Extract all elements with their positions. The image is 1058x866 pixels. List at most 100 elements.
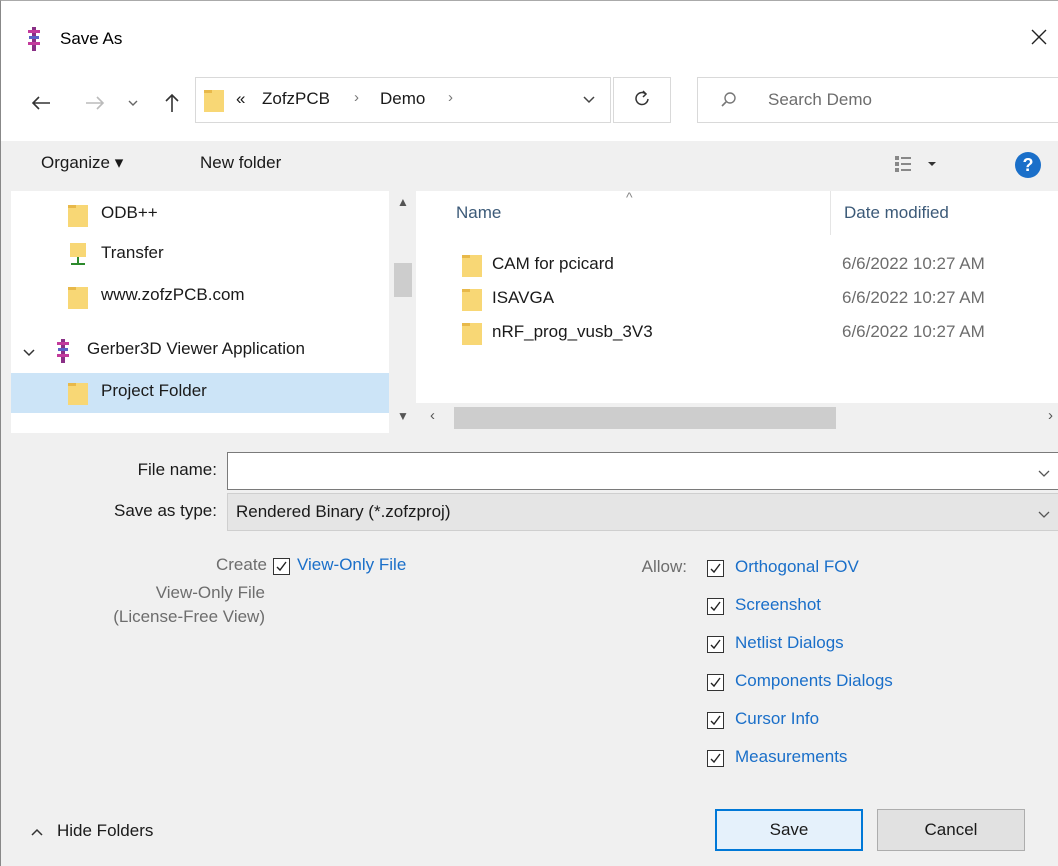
folder-icon [68, 381, 88, 410]
breadcrumb-zofzpcb[interactable]: ZofzPCB [262, 89, 330, 109]
file-name: nRF_prog_vusb_3V3 [492, 322, 653, 341]
measurements-checkbox[interactable] [707, 750, 724, 767]
gerber3d-app-icon [26, 27, 42, 51]
network-folder-icon [68, 243, 88, 272]
close-icon[interactable] [1021, 19, 1057, 55]
window-title: Save As [60, 29, 123, 48]
file-name-input[interactable] [227, 452, 1058, 490]
components-dialogs-checkbox[interactable] [707, 674, 724, 691]
sidebar-item-label: Project Folder [101, 381, 207, 400]
netlist-dialogs-checkbox[interactable] [707, 636, 724, 653]
create-label: Create [215, 555, 267, 574]
scroll-left-icon[interactable]: ‹ [430, 407, 435, 424]
file-row[interactable]: nRF_prog_vusb_3V3 6/6/2022 10:27 AM [456, 317, 1056, 351]
scroll-thumb[interactable] [394, 263, 412, 297]
arrow-right-icon[interactable] [81, 89, 109, 117]
help-icon[interactable]: ? [1015, 152, 1041, 178]
save-as-dialog: Save As « ZofzPCB › Demo › Search Demo O… [0, 0, 1058, 866]
save-type-select[interactable]: Rendered Binary (*.zofzproj) [227, 493, 1058, 531]
view-only-label[interactable]: View-Only File [297, 555, 406, 575]
sidebar-item-label: www.zofzPCB.com [101, 285, 245, 304]
sidebar-item-project-folder[interactable]: Project Folder [11, 373, 389, 413]
chevron-down-icon[interactable] [119, 89, 147, 117]
view-only-checkbox[interactable] [273, 558, 290, 575]
column-header-name[interactable]: Name [456, 203, 501, 223]
refresh-button[interactable] [613, 77, 671, 123]
file-date: 6/6/2022 10:27 AM [842, 254, 985, 273]
file-name: CAM for pcicard [492, 254, 614, 273]
breadcrumb-separator[interactable]: › [354, 89, 359, 106]
sidebar-item-zofzpcb-com[interactable]: www.zofzPCB.com [11, 277, 389, 317]
arrow-left-icon[interactable] [27, 89, 55, 117]
cursor-info-checkbox[interactable] [707, 712, 724, 729]
folder-icon [462, 287, 482, 316]
sidebar-item-label: ODB++ [101, 203, 158, 222]
hide-folders-label: Hide Folders [57, 821, 154, 840]
chevron-down-icon[interactable] [1038, 504, 1050, 524]
chevron-up-icon [31, 828, 43, 836]
cancel-button[interactable]: Cancel [877, 809, 1025, 851]
file-name: ISAVGA [492, 288, 555, 307]
file-name-label: File name: [137, 460, 217, 479]
view-only-desc: View-Only File [155, 583, 265, 602]
file-row[interactable]: ISAVGA 6/6/2022 10:27 AM [456, 283, 1056, 317]
hide-folders-button[interactable]: Hide Folders [31, 821, 153, 841]
save-type-label: Save as type: [113, 501, 217, 520]
search-icon [720, 91, 738, 114]
screenshot-checkbox[interactable] [707, 598, 724, 615]
gerber3d-app-icon [55, 339, 71, 368]
scroll-right-icon[interactable]: › [1048, 407, 1053, 424]
file-list: ^ Name Date modified CAM for pcicard 6/6… [416, 189, 1058, 433]
address-row: « ZofzPCB › Demo › Search Demo [1, 75, 1058, 141]
navigation-pane: ODB++ Transfer www.zofzPCB.com Gerber3D … [11, 191, 416, 433]
address-bar[interactable]: « ZofzPCB › Demo › [195, 77, 611, 123]
sidebar-item-transfer[interactable]: Transfer [11, 235, 389, 275]
screenshot-label[interactable]: Screenshot [735, 595, 821, 615]
scroll-up-icon[interactable]: ▲ [397, 195, 409, 209]
organize-button[interactable]: Organize ▾ [41, 153, 123, 173]
toolbar: Organize ▾ New folder ? [1, 141, 1058, 191]
title-bar: Save As [1, 1, 1058, 75]
netlist-dialogs-label[interactable]: Netlist Dialogs [735, 633, 844, 653]
file-date: 6/6/2022 10:27 AM [842, 322, 985, 341]
chevron-down-icon[interactable] [23, 343, 35, 363]
new-folder-button[interactable]: New folder [200, 153, 281, 173]
sidebar-item-label: Transfer [101, 243, 164, 262]
components-dialogs-label[interactable]: Components Dialogs [735, 671, 893, 691]
folder-icon [204, 88, 224, 117]
scroll-down-icon[interactable]: ▼ [397, 409, 409, 423]
sidebar-item-odb[interactable]: ODB++ [11, 195, 389, 235]
horizontal-scrollbar[interactable]: ‹ › [416, 403, 1058, 433]
folder-icon [68, 203, 88, 232]
scroll-thumb[interactable] [454, 407, 836, 429]
column-header-date[interactable]: Date modified [844, 203, 949, 223]
folder-icon [462, 253, 482, 282]
search-placeholder[interactable]: Search Demo [768, 90, 872, 110]
nav-scrollbar[interactable]: ▲ ▼ [389, 191, 416, 433]
sidebar-item-label: Gerber3D Viewer Application [87, 339, 305, 358]
save-type-value: Rendered Binary (*.zofzproj) [236, 502, 451, 521]
chevron-down-icon[interactable] [1038, 463, 1050, 483]
file-row[interactable]: CAM for pcicard 6/6/2022 10:27 AM [456, 249, 1056, 283]
license-free-desc: (License-Free View) [113, 607, 265, 626]
breadcrumb-overflow[interactable]: « [236, 89, 245, 109]
breadcrumb-separator[interactable]: › [448, 89, 453, 106]
sidebar-item-gerber3d-viewer[interactable]: Gerber3D Viewer Application [11, 331, 389, 371]
refresh-icon [634, 89, 650, 112]
orthogonal-fov-label[interactable]: Orthogonal FOV [735, 557, 859, 577]
orthogonal-fov-checkbox[interactable] [707, 560, 724, 577]
folder-icon [462, 321, 482, 350]
sort-up-icon: ^ [626, 189, 633, 205]
save-button[interactable]: Save [715, 809, 863, 851]
view-options-icon[interactable] [894, 155, 940, 178]
file-date: 6/6/2022 10:27 AM [842, 288, 985, 307]
cursor-info-label[interactable]: Cursor Info [735, 709, 819, 729]
allow-label: Allow: [641, 557, 687, 576]
breadcrumb-demo[interactable]: Demo [380, 89, 425, 109]
folder-icon [68, 285, 88, 314]
chevron-down-icon[interactable] [582, 90, 596, 110]
column-divider[interactable] [830, 191, 831, 235]
measurements-label[interactable]: Measurements [735, 747, 847, 767]
search-box[interactable]: Search Demo [697, 77, 1058, 123]
arrow-up-icon[interactable] [158, 89, 186, 117]
